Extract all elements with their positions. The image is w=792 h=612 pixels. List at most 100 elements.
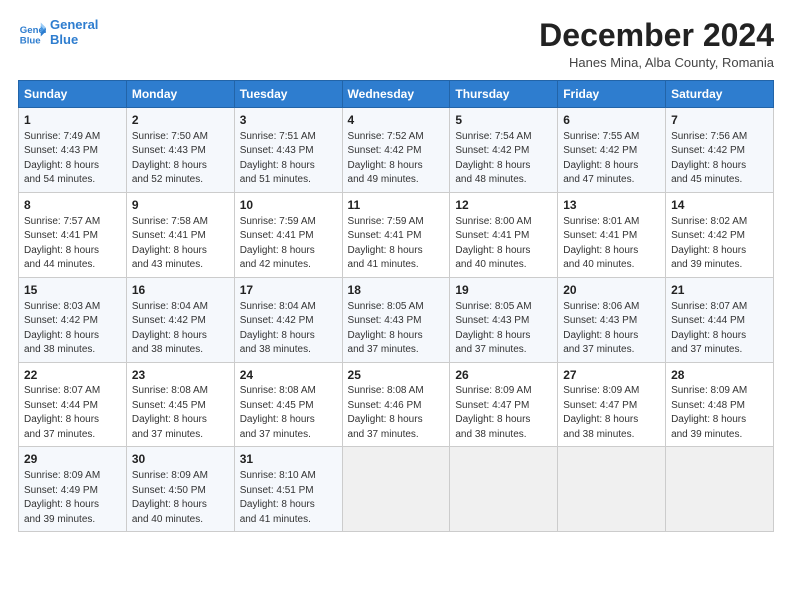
calendar-cell: 26Sunrise: 8:09 AM Sunset: 4:47 PM Dayli… bbox=[450, 362, 558, 447]
calendar-cell: 17Sunrise: 8:04 AM Sunset: 4:42 PM Dayli… bbox=[234, 277, 342, 362]
cell-detail: Sunrise: 8:03 AM Sunset: 4:42 PM Dayligh… bbox=[24, 300, 121, 358]
calendar-cell: 22Sunrise: 8:07 AM Sunset: 4:44 PM Dayli… bbox=[19, 362, 127, 447]
day-number: 12 bbox=[455, 197, 552, 214]
calendar-cell: 29Sunrise: 8:09 AM Sunset: 4:49 PM Dayli… bbox=[19, 447, 127, 532]
calendar-cell: 18Sunrise: 8:05 AM Sunset: 4:43 PM Dayli… bbox=[342, 277, 450, 362]
cell-detail: Sunrise: 7:54 AM Sunset: 4:42 PM Dayligh… bbox=[455, 130, 552, 188]
cell-detail: Sunrise: 8:01 AM Sunset: 4:41 PM Dayligh… bbox=[563, 215, 660, 273]
calendar-week-row: 1Sunrise: 7:49 AM Sunset: 4:43 PM Daylig… bbox=[19, 108, 774, 193]
day-number: 21 bbox=[671, 282, 768, 299]
day-number: 22 bbox=[24, 367, 121, 384]
day-number: 3 bbox=[240, 112, 337, 129]
day-number: 6 bbox=[563, 112, 660, 129]
weekday-header-cell: Saturday bbox=[666, 81, 774, 108]
cell-detail: Sunrise: 7:51 AM Sunset: 4:43 PM Dayligh… bbox=[240, 130, 337, 188]
cell-detail: Sunrise: 7:59 AM Sunset: 4:41 PM Dayligh… bbox=[240, 215, 337, 273]
calendar-cell: 2Sunrise: 7:50 AM Sunset: 4:43 PM Daylig… bbox=[126, 108, 234, 193]
cell-detail: Sunrise: 7:58 AM Sunset: 4:41 PM Dayligh… bbox=[132, 215, 229, 273]
cell-detail: Sunrise: 8:09 AM Sunset: 4:50 PM Dayligh… bbox=[132, 469, 229, 527]
calendar-cell: 11Sunrise: 7:59 AM Sunset: 4:41 PM Dayli… bbox=[342, 192, 450, 277]
cell-detail: Sunrise: 8:09 AM Sunset: 4:48 PM Dayligh… bbox=[671, 384, 768, 442]
cell-detail: Sunrise: 8:08 AM Sunset: 4:45 PM Dayligh… bbox=[240, 384, 337, 442]
calendar-cell: 28Sunrise: 8:09 AM Sunset: 4:48 PM Dayli… bbox=[666, 362, 774, 447]
weekday-header-cell: Monday bbox=[126, 81, 234, 108]
calendar-cell: 15Sunrise: 8:03 AM Sunset: 4:42 PM Dayli… bbox=[19, 277, 127, 362]
header: General Blue General Blue December 2024 … bbox=[18, 18, 774, 70]
day-number: 17 bbox=[240, 282, 337, 299]
cell-detail: Sunrise: 7:52 AM Sunset: 4:42 PM Dayligh… bbox=[348, 130, 445, 188]
logo: General Blue General Blue bbox=[18, 18, 98, 48]
cell-detail: Sunrise: 8:08 AM Sunset: 4:45 PM Dayligh… bbox=[132, 384, 229, 442]
cell-detail: Sunrise: 8:10 AM Sunset: 4:51 PM Dayligh… bbox=[240, 469, 337, 527]
cell-detail: Sunrise: 7:59 AM Sunset: 4:41 PM Dayligh… bbox=[348, 215, 445, 273]
calendar-week-row: 8Sunrise: 7:57 AM Sunset: 4:41 PM Daylig… bbox=[19, 192, 774, 277]
day-number: 10 bbox=[240, 197, 337, 214]
title-block: December 2024 Hanes Mina, Alba County, R… bbox=[539, 18, 774, 70]
calendar-cell: 23Sunrise: 8:08 AM Sunset: 4:45 PM Dayli… bbox=[126, 362, 234, 447]
day-number: 25 bbox=[348, 367, 445, 384]
calendar-body: 1Sunrise: 7:49 AM Sunset: 4:43 PM Daylig… bbox=[19, 108, 774, 532]
svg-text:Blue: Blue bbox=[20, 35, 41, 46]
calendar-cell: 19Sunrise: 8:05 AM Sunset: 4:43 PM Dayli… bbox=[450, 277, 558, 362]
day-number: 7 bbox=[671, 112, 768, 129]
weekday-header-cell: Thursday bbox=[450, 81, 558, 108]
month-title: December 2024 bbox=[539, 18, 774, 53]
day-number: 31 bbox=[240, 451, 337, 468]
calendar-cell: 30Sunrise: 8:09 AM Sunset: 4:50 PM Dayli… bbox=[126, 447, 234, 532]
calendar-cell: 3Sunrise: 7:51 AM Sunset: 4:43 PM Daylig… bbox=[234, 108, 342, 193]
cell-detail: Sunrise: 8:04 AM Sunset: 4:42 PM Dayligh… bbox=[240, 300, 337, 358]
day-number: 23 bbox=[132, 367, 229, 384]
day-number: 4 bbox=[348, 112, 445, 129]
day-number: 16 bbox=[132, 282, 229, 299]
calendar-cell: 21Sunrise: 8:07 AM Sunset: 4:44 PM Dayli… bbox=[666, 277, 774, 362]
logo-icon: General Blue bbox=[18, 19, 46, 47]
cell-detail: Sunrise: 8:05 AM Sunset: 4:43 PM Dayligh… bbox=[348, 300, 445, 358]
cell-detail: Sunrise: 8:09 AM Sunset: 4:49 PM Dayligh… bbox=[24, 469, 121, 527]
day-number: 5 bbox=[455, 112, 552, 129]
calendar-cell: 8Sunrise: 7:57 AM Sunset: 4:41 PM Daylig… bbox=[19, 192, 127, 277]
cell-detail: Sunrise: 8:04 AM Sunset: 4:42 PM Dayligh… bbox=[132, 300, 229, 358]
page: General Blue General Blue December 2024 … bbox=[0, 0, 792, 542]
logo-text-general: General bbox=[50, 18, 98, 33]
calendar-cell bbox=[450, 447, 558, 532]
day-number: 19 bbox=[455, 282, 552, 299]
calendar-cell bbox=[558, 447, 666, 532]
day-number: 24 bbox=[240, 367, 337, 384]
calendar-week-row: 15Sunrise: 8:03 AM Sunset: 4:42 PM Dayli… bbox=[19, 277, 774, 362]
day-number: 29 bbox=[24, 451, 121, 468]
cell-detail: Sunrise: 7:56 AM Sunset: 4:42 PM Dayligh… bbox=[671, 130, 768, 188]
calendar-cell: 5Sunrise: 7:54 AM Sunset: 4:42 PM Daylig… bbox=[450, 108, 558, 193]
day-number: 2 bbox=[132, 112, 229, 129]
day-number: 20 bbox=[563, 282, 660, 299]
calendar-cell: 4Sunrise: 7:52 AM Sunset: 4:42 PM Daylig… bbox=[342, 108, 450, 193]
calendar-table: SundayMondayTuesdayWednesdayThursdayFrid… bbox=[18, 80, 774, 532]
day-number: 13 bbox=[563, 197, 660, 214]
calendar-cell: 20Sunrise: 8:06 AM Sunset: 4:43 PM Dayli… bbox=[558, 277, 666, 362]
day-number: 9 bbox=[132, 197, 229, 214]
calendar-cell: 25Sunrise: 8:08 AM Sunset: 4:46 PM Dayli… bbox=[342, 362, 450, 447]
calendar-cell: 14Sunrise: 8:02 AM Sunset: 4:42 PM Dayli… bbox=[666, 192, 774, 277]
cell-detail: Sunrise: 7:49 AM Sunset: 4:43 PM Dayligh… bbox=[24, 130, 121, 188]
calendar-cell: 27Sunrise: 8:09 AM Sunset: 4:47 PM Dayli… bbox=[558, 362, 666, 447]
cell-detail: Sunrise: 8:06 AM Sunset: 4:43 PM Dayligh… bbox=[563, 300, 660, 358]
weekday-header-row: SundayMondayTuesdayWednesdayThursdayFrid… bbox=[19, 81, 774, 108]
calendar-cell: 13Sunrise: 8:01 AM Sunset: 4:41 PM Dayli… bbox=[558, 192, 666, 277]
calendar-cell: 31Sunrise: 8:10 AM Sunset: 4:51 PM Dayli… bbox=[234, 447, 342, 532]
calendar-week-row: 22Sunrise: 8:07 AM Sunset: 4:44 PM Dayli… bbox=[19, 362, 774, 447]
calendar-cell: 16Sunrise: 8:04 AM Sunset: 4:42 PM Dayli… bbox=[126, 277, 234, 362]
cell-detail: Sunrise: 8:08 AM Sunset: 4:46 PM Dayligh… bbox=[348, 384, 445, 442]
cell-detail: Sunrise: 8:00 AM Sunset: 4:41 PM Dayligh… bbox=[455, 215, 552, 273]
calendar-cell: 7Sunrise: 7:56 AM Sunset: 4:42 PM Daylig… bbox=[666, 108, 774, 193]
calendar-cell: 9Sunrise: 7:58 AM Sunset: 4:41 PM Daylig… bbox=[126, 192, 234, 277]
day-number: 30 bbox=[132, 451, 229, 468]
cell-detail: Sunrise: 8:05 AM Sunset: 4:43 PM Dayligh… bbox=[455, 300, 552, 358]
day-number: 14 bbox=[671, 197, 768, 214]
logo-text-blue: Blue bbox=[50, 33, 98, 48]
calendar-cell bbox=[342, 447, 450, 532]
location: Hanes Mina, Alba County, Romania bbox=[539, 55, 774, 70]
weekday-header-cell: Wednesday bbox=[342, 81, 450, 108]
weekday-header-cell: Sunday bbox=[19, 81, 127, 108]
weekday-header-cell: Tuesday bbox=[234, 81, 342, 108]
cell-detail: Sunrise: 7:55 AM Sunset: 4:42 PM Dayligh… bbox=[563, 130, 660, 188]
cell-detail: Sunrise: 8:07 AM Sunset: 4:44 PM Dayligh… bbox=[671, 300, 768, 358]
